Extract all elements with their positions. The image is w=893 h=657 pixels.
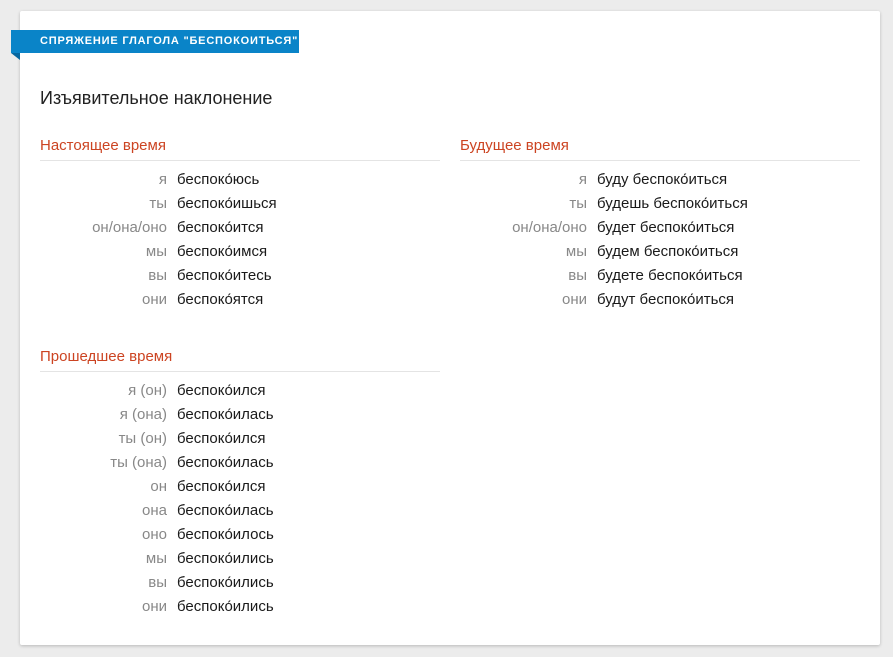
past-tense-rows: я (он) беспоко́ился я (она) беспоко́илась ты… bbox=[40, 379, 440, 619]
future-tense-section: Будущее время я буду беспоко́иться ты будеш… bbox=[460, 135, 860, 312]
pronoun-label: я bbox=[158, 171, 167, 188]
conjugation-row: ты (он) беспоко́ился bbox=[40, 427, 440, 451]
pronoun-label: оно bbox=[142, 526, 167, 543]
pronoun-label: он bbox=[150, 478, 167, 495]
pronoun-label: они bbox=[141, 598, 167, 615]
verb-form: беспоко́илась bbox=[177, 502, 274, 519]
pronoun-label: он/она/оно bbox=[92, 219, 167, 236]
conjugation-row: вы будете беспоко́иться bbox=[460, 264, 860, 288]
pronoun-label: вы bbox=[148, 574, 167, 591]
present-tense-title: Настоящее время bbox=[40, 135, 440, 161]
pronoun-label: ты (он) bbox=[118, 430, 167, 447]
past-tense-title: Прошедшее время bbox=[40, 346, 440, 372]
verb-form: беспоко́юсь bbox=[177, 171, 260, 188]
conjugation-row: они беспоко́ились bbox=[40, 595, 440, 619]
conjugation-row: ты будешь беспоко́иться bbox=[460, 192, 860, 216]
verb-form: беспоко́ился bbox=[177, 430, 266, 447]
conjugation-row: мы беспоко́ились bbox=[40, 547, 440, 571]
pronoun-label: вы bbox=[568, 267, 587, 284]
conjugation-row: он/она/оно беспоко́ится bbox=[40, 216, 440, 240]
future-tense-title: Будущее время bbox=[460, 135, 860, 161]
future-tense-rows: я буду беспоко́иться ты будешь беспоко́итьс… bbox=[460, 168, 860, 312]
pronoun-label: вы bbox=[148, 267, 167, 284]
pronoun-label: я (она) bbox=[119, 406, 167, 423]
verb-form: будешь беспоко́иться bbox=[597, 195, 748, 212]
conjugation-row: вы беспоко́итесь bbox=[40, 264, 440, 288]
verb-form: будет беспоко́иться bbox=[597, 219, 735, 236]
pronoun-label: ты bbox=[569, 195, 587, 212]
conjugation-row: ты беспоко́ишься bbox=[40, 192, 440, 216]
pronoun-label: я (он) bbox=[128, 382, 167, 399]
conjugation-row: вы беспоко́ились bbox=[40, 571, 440, 595]
pronoun-label: ты bbox=[149, 195, 167, 212]
past-tense-section: Прошедшее время я (он) беспоко́ился я (она… bbox=[40, 346, 440, 619]
pronoun-label: она bbox=[142, 502, 167, 519]
present-tense-section: Настоящее время я беспоко́юсь ты беспоко́иш… bbox=[40, 135, 440, 312]
pronoun-label: он/она/оно bbox=[512, 219, 587, 236]
verb-form: беспоко́ятся bbox=[177, 291, 264, 308]
conjugation-row: я (он) беспоко́ился bbox=[40, 379, 440, 403]
verb-form: беспоко́ился bbox=[177, 478, 266, 495]
verb-form: беспоко́илась bbox=[177, 406, 274, 423]
mood-title: Изъявительное наклонение bbox=[40, 88, 273, 108]
conjugation-row: я буду беспоко́иться bbox=[460, 168, 860, 192]
conjugation-row: мы беспоко́имся bbox=[40, 240, 440, 264]
verb-form: беспоко́итесь bbox=[177, 267, 272, 284]
pronoun-label: мы bbox=[565, 243, 587, 260]
pronoun-label: ты (она) bbox=[110, 454, 167, 471]
verb-form: буду беспоко́иться bbox=[597, 171, 728, 188]
pronoun-label: они bbox=[141, 291, 167, 308]
verb-form: беспоко́илась bbox=[177, 454, 274, 471]
conjugation-ribbon-title: Спряжение глагола "беспокоиться" bbox=[11, 30, 299, 53]
conjugation-row: я беспоко́юсь bbox=[40, 168, 440, 192]
verb-form: беспоко́ишься bbox=[177, 195, 277, 212]
verb-form: беспоко́ится bbox=[177, 219, 264, 236]
conjugation-row: он беспоко́ился bbox=[40, 475, 440, 499]
verb-form: будете беспоко́иться bbox=[597, 267, 743, 284]
pronoun-label: мы bbox=[145, 243, 167, 260]
verb-form: беспоко́имся bbox=[177, 243, 268, 260]
pronoun-label: мы bbox=[145, 550, 167, 567]
pronoun-label: они bbox=[561, 291, 587, 308]
verb-form: беспоко́ились bbox=[177, 550, 274, 567]
conjugation-row: они беспоко́ятся bbox=[40, 288, 440, 312]
verb-form: беспоко́илось bbox=[177, 526, 274, 543]
conjugation-row: он/она/оно будет беспоко́иться bbox=[460, 216, 860, 240]
verb-form: беспоко́ился bbox=[177, 382, 266, 399]
conjugation-row: я (она) беспоко́илась bbox=[40, 403, 440, 427]
conjugation-row: они будут беспоко́иться bbox=[460, 288, 860, 312]
conjugation-row: оно беспоко́илось bbox=[40, 523, 440, 547]
verb-form: беспоко́ились bbox=[177, 598, 274, 615]
verb-form: будем беспоко́иться bbox=[597, 243, 739, 260]
conjugation-row: ты (она) беспоко́илась bbox=[40, 451, 440, 475]
conjugation-row: она беспоко́илась bbox=[40, 499, 440, 523]
verb-form: беспоко́ились bbox=[177, 574, 274, 591]
pronoun-label: я bbox=[578, 171, 587, 188]
verb-form: будут беспоко́иться bbox=[597, 291, 735, 308]
ribbon-fold bbox=[11, 53, 20, 60]
conjugation-row: мы будем беспоко́иться bbox=[460, 240, 860, 264]
present-tense-rows: я беспоко́юсь ты беспоко́ишься он/она/оно бес… bbox=[40, 168, 440, 312]
